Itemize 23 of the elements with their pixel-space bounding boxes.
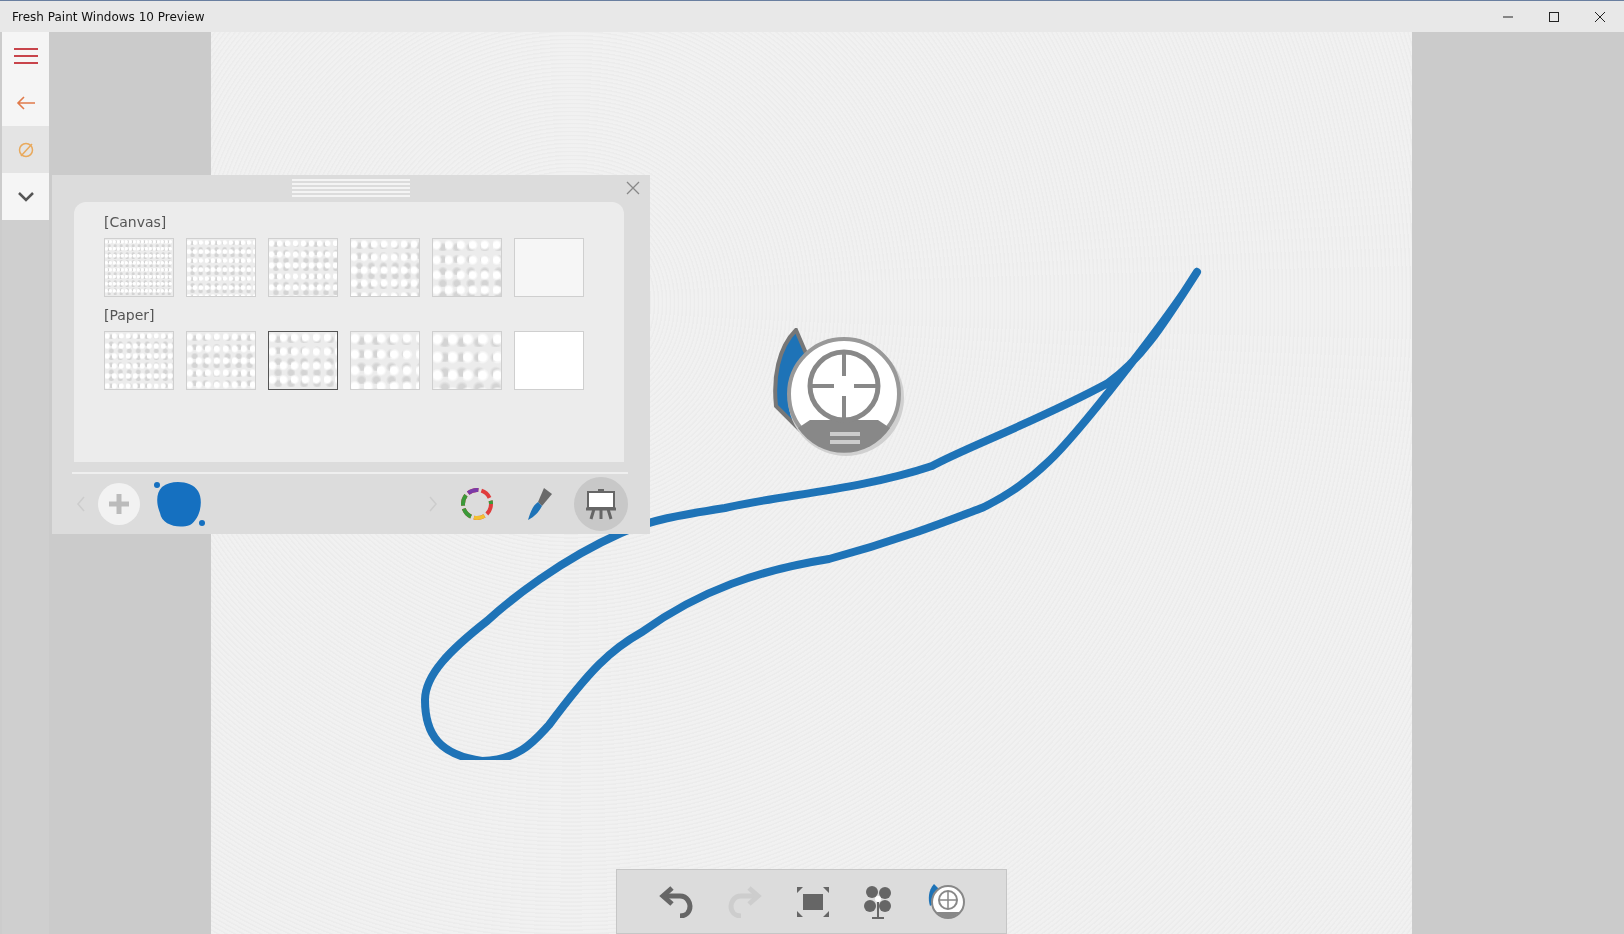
- add-color-button[interactable]: [98, 483, 140, 525]
- close-icon[interactable]: [1594, 10, 1606, 23]
- chevron-down-icon[interactable]: [16, 190, 35, 203]
- menu-icon[interactable]: [12, 46, 39, 65]
- window-title: Fresh Paint Windows 10 Preview: [12, 9, 206, 24]
- texture-swatch[interactable]: [268, 331, 338, 390]
- back-sidebar-item[interactable]: [2, 79, 49, 126]
- plus-icon[interactable]: [107, 492, 131, 516]
- section-label: [Paper]: [104, 307, 156, 323]
- fan-button[interactable]: [862, 883, 893, 920]
- menu-sidebar-item[interactable]: [2, 32, 49, 79]
- color-ring-icon[interactable]: [459, 486, 495, 522]
- fit-to-screen-button[interactable]: [795, 885, 830, 918]
- paint-icon[interactable]: [16, 140, 35, 159]
- section-label: [Canvas]: [104, 214, 168, 230]
- paint-blob-icon[interactable]: [152, 479, 208, 529]
- drag-handle[interactable]: [292, 179, 410, 197]
- easel-tool[interactable]: [574, 477, 628, 531]
- back-arrow-icon[interactable]: [15, 94, 36, 111]
- maximize-icon[interactable]: [1548, 10, 1560, 23]
- paint-sidebar-item[interactable]: [2, 126, 49, 173]
- easel-icon[interactable]: [584, 487, 618, 521]
- undo-button[interactable]: [657, 885, 694, 918]
